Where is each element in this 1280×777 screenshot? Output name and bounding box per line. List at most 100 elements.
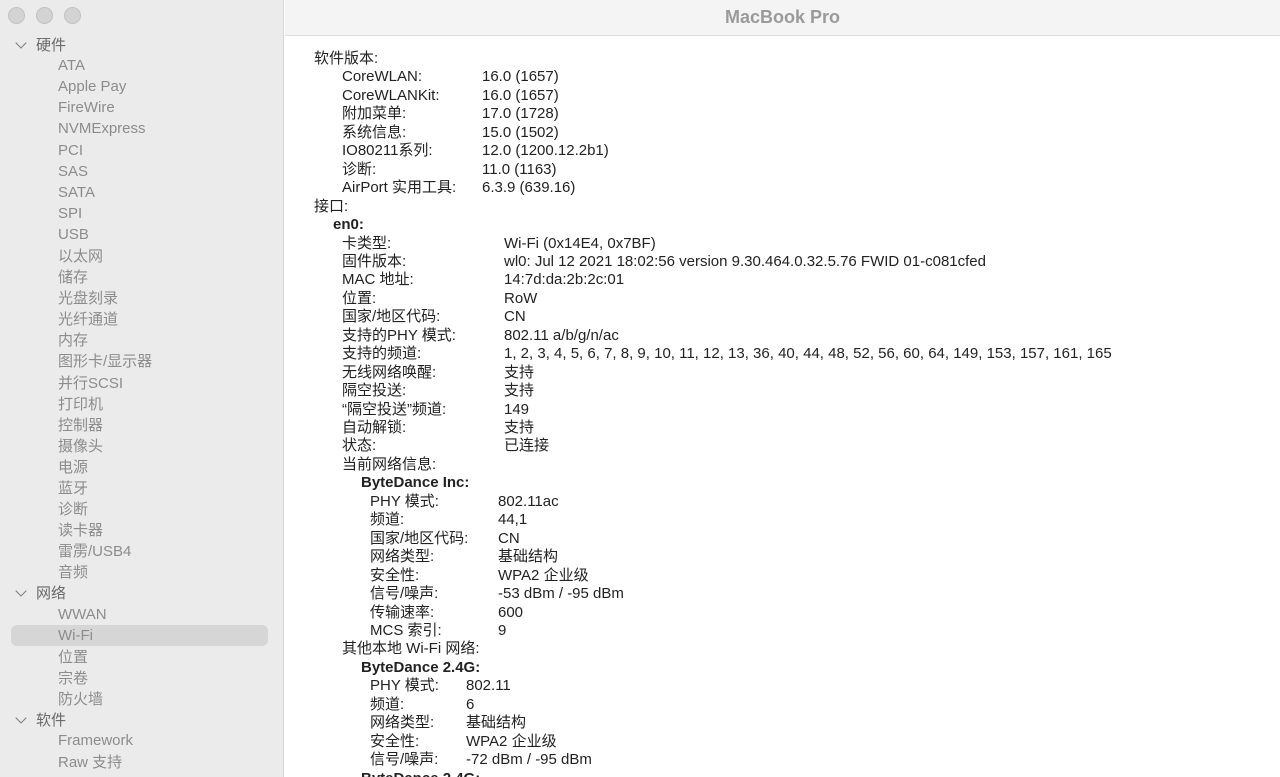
field-label: 系统信息: — [342, 123, 407, 141]
sidebar-item[interactable]: SPI — [0, 203, 283, 224]
sidebar-section-label: 软件 — [36, 712, 67, 730]
interface-row: 支持的PHY 模式: 802.11 a/b/g/n/ac — [342, 327, 1270, 346]
sidebar-item-label: 蓝牙 — [58, 480, 89, 498]
software-row: 附加菜单: 17.0 (1728) — [342, 105, 1270, 124]
interface-row: 状态: 已连接 — [342, 437, 1270, 456]
sidebar-item[interactable]: 并行SCSI — [0, 372, 283, 393]
sidebar-item[interactable]: Apple Pay — [0, 76, 283, 97]
field-value: 15.0 (1502) — [482, 123, 559, 141]
field-label: 安全性: — [370, 732, 420, 750]
sidebar-item[interactable]: 光纤通道 — [0, 308, 283, 329]
sidebar-item-label: 宗卷 — [58, 669, 89, 687]
sidebar-item[interactable]: 诊断 — [0, 498, 283, 519]
zoom-window-button[interactable] — [64, 7, 81, 24]
sidebar-item[interactable]: 雷雳/USB4 — [0, 540, 283, 561]
field-value: 149 — [504, 400, 530, 418]
sidebar-item[interactable]: 位置 — [0, 646, 283, 667]
field-value: 支持 — [504, 382, 535, 400]
field-label: 自动解锁: — [342, 419, 407, 436]
sidebar-item-label: Wi-Fi — [58, 626, 93, 644]
sidebar-section-label: 网络 — [36, 585, 67, 603]
sidebar-item[interactable]: 打印机 — [0, 393, 283, 414]
sidebar-item[interactable]: 蓝牙 — [0, 477, 283, 498]
sidebar-item-label: ATA — [58, 57, 85, 75]
network-name: ByteDance 2.4G: — [361, 658, 481, 676]
field-label: MCS 索引: — [370, 621, 442, 639]
sidebar-item-label: SATA — [58, 183, 95, 201]
sidebar-item[interactable]: 光盘刻录 — [0, 287, 283, 308]
sidebar-item-label: NVMExpress — [58, 120, 146, 138]
network-row: 频道: 6 — [370, 696, 1270, 715]
sidebar-item[interactable]: 内存 — [0, 329, 283, 350]
detail-pane[interactable]: 软件版本: CoreWLAN: 16.0 (1657) CoreWLANKit: 16.… — [285, 36, 1280, 777]
close-window-button[interactable] — [8, 7, 25, 24]
field-label: 隔空投送: — [342, 382, 407, 400]
field-value: -72 dBm / -95 dBm — [466, 751, 592, 769]
field-value: 14:7d:da:2b:2c:01 — [504, 271, 625, 289]
field-label: 支持的频道: — [342, 345, 422, 363]
minimize-window-button[interactable] — [36, 7, 53, 24]
field-label: 状态: — [342, 437, 377, 455]
sidebar-item[interactable]: ATA — [0, 55, 283, 76]
field-value: 44,1 — [498, 511, 528, 529]
sidebar-item[interactable]: 以太网 — [0, 245, 283, 266]
field-value: 支持 — [504, 363, 535, 381]
sidebar-item[interactable]: Raw 支持 — [0, 751, 283, 772]
field-label: 信号/噪声: — [370, 751, 439, 769]
sidebar-item-label: 电源 — [58, 458, 89, 476]
network-row: 安全性: WPA2 企业级 — [370, 567, 1270, 586]
sidebar-item-label: 位置 — [58, 648, 89, 666]
field-label: CoreWLAN: — [342, 68, 423, 86]
sidebar-item[interactable]: 防火墙 — [0, 688, 283, 709]
field-value: 支持 — [504, 419, 535, 436]
sidebar-item[interactable]: 电源 — [0, 456, 283, 477]
section-header: 其他本地 Wi-Fi 网络: — [342, 640, 480, 658]
chevron-down-icon[interactable] — [14, 38, 28, 52]
network-row: 频道: 44,1 — [370, 511, 1270, 530]
sidebar-item[interactable]: NVMExpress — [0, 118, 283, 139]
sidebar: 硬件 ATA Apple Pay FireWire NVMExpress PCI SAS SA… — [0, 0, 284, 777]
field-value: 600 — [498, 603, 524, 621]
sidebar-item[interactable]: Wi-Fi — [0, 624, 283, 646]
field-label: PHY 模式: — [370, 492, 439, 510]
sidebar-item[interactable]: Framework — [0, 730, 283, 751]
chevron-down-icon[interactable] — [14, 713, 28, 727]
chevron-down-icon[interactable] — [14, 586, 28, 600]
field-value: 6 — [466, 695, 475, 713]
sidebar-item[interactable]: 读卡器 — [0, 519, 283, 540]
interface-row: 卡类型: Wi-Fi (0x14E4, 0x7BF) — [342, 235, 1270, 254]
sidebar-item[interactable]: USB — [0, 224, 283, 245]
field-value: WPA2 企业级 — [498, 566, 589, 584]
network-name: ByteDance 2.4G: — [361, 770, 480, 777]
field-value: 17.0 (1728) — [482, 105, 559, 123]
field-value: 802.11 a/b/g/n/ac — [504, 326, 619, 344]
sidebar-section[interactable]: 软件 — [0, 709, 283, 730]
field-label: 网络类型: — [370, 548, 435, 566]
sidebar-item[interactable]: 宗卷 — [0, 667, 283, 688]
field-label: 支持的PHY 模式: — [342, 326, 456, 344]
sidebar-item[interactable]: 图形卡/显示器 — [0, 350, 283, 371]
field-value: Wi-Fi (0x14E4, 0x7BF) — [504, 234, 656, 252]
sidebar-item-label: PCI — [58, 141, 84, 159]
sidebar-item-label: 光盘刻录 — [58, 290, 119, 308]
network-row: 安全性: WPA2 企业级 — [370, 733, 1270, 752]
sidebar-item[interactable]: 音频 — [0, 561, 283, 582]
section-header: 当前网络信息: — [342, 455, 437, 473]
sidebar-item[interactable]: SATA — [0, 182, 283, 203]
sidebar-item-label: 并行SCSI — [58, 374, 124, 392]
interface-name: en0: — [333, 216, 364, 234]
field-label: MAC 地址: — [342, 271, 414, 289]
sidebar-item[interactable]: 储存 — [0, 266, 283, 287]
sidebar-item[interactable]: 控制器 — [0, 414, 283, 435]
sidebar-section[interactable]: 硬件 — [0, 34, 283, 55]
sidebar-item[interactable]: SAS — [0, 161, 283, 182]
sidebar-item[interactable]: 摄像头 — [0, 435, 283, 456]
sidebar-section[interactable]: 网络 — [0, 582, 283, 603]
sidebar-item[interactable]: WWAN — [0, 604, 283, 625]
interface-row: 国家/地区代码: CN — [342, 308, 1270, 327]
sidebar-item-label: 摄像头 — [58, 437, 104, 455]
window-title: MacBook Pro — [724, 7, 841, 27]
sidebar-item[interactable]: FireWire — [0, 97, 283, 118]
sidebar-item[interactable]: PCI — [0, 139, 283, 160]
sidebar-section-label: 硬件 — [36, 37, 67, 55]
